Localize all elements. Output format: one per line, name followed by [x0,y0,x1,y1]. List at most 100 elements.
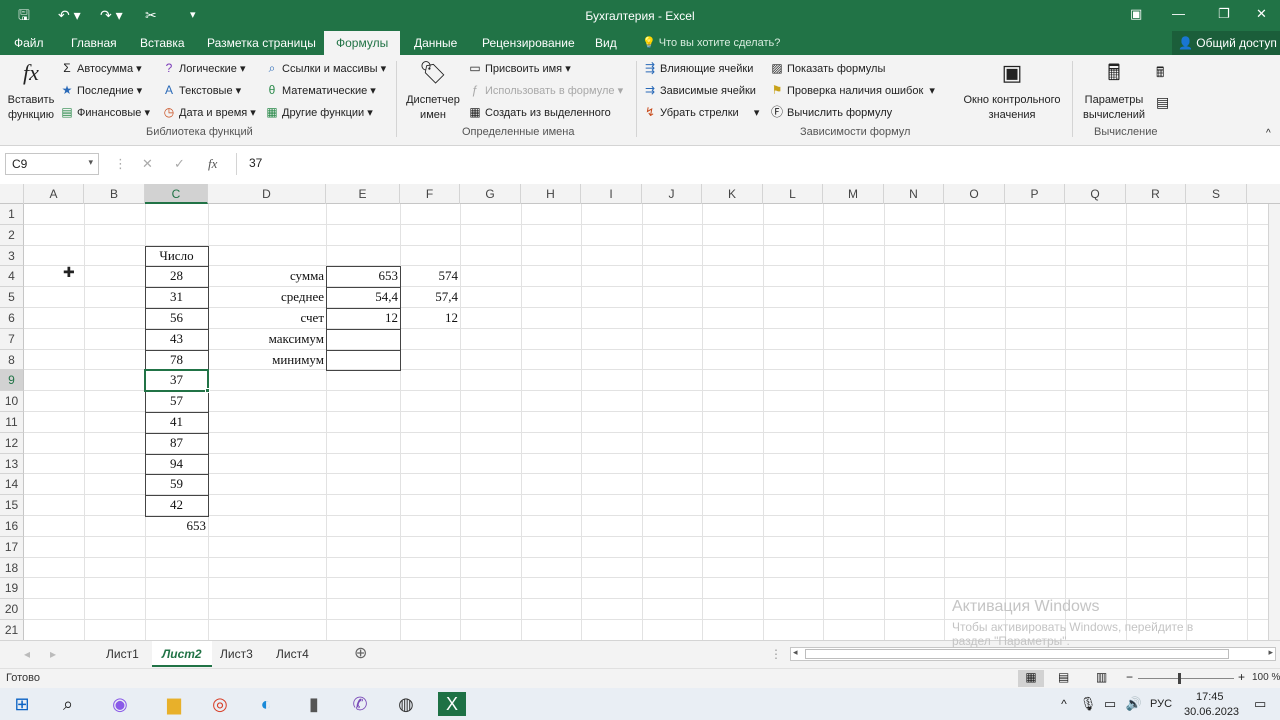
logical-button[interactable]: ? Логические ▾ [162,61,246,76]
row-header-17[interactable]: 17 [0,536,24,558]
cell-e4[interactable]: 653 [326,266,400,287]
ribbon-display-icon[interactable]: ▣ [1130,6,1142,22]
prev-sheet-icon[interactable]: ◂ [14,641,40,667]
column-header-m[interactable]: M [823,184,884,204]
chrome-icon[interactable]: ◎ [206,692,234,716]
calculate-sheet-icon[interactable]: ▤ [1156,95,1169,109]
calculate-now-icon[interactable]: 🖩 [1156,65,1164,79]
cell-f5[interactable]: 57,4 [400,287,460,308]
sheet-tab-4[interactable]: Лист4 [266,641,319,667]
row-header-11[interactable]: 11 [0,412,24,433]
enter-icon[interactable]: ✓ [174,156,185,172]
zoom-slider-thumb[interactable] [1178,673,1181,684]
tab-page-layout[interactable]: Разметка страницы [207,36,316,50]
page-layout-view-icon[interactable]: ▤ [1058,670,1069,684]
lookup-button[interactable]: ⌕ Ссылки и массивы ▾ [265,61,387,76]
row-header-13[interactable]: 13 [0,453,24,475]
cell-c10[interactable]: 57 [145,391,208,412]
cell-c5[interactable]: 31 [145,287,208,308]
trace-dependents-button[interactable]: ⇉ Зависимые ячейки [643,83,756,98]
sheet-tab-3[interactable]: Лист3 [210,641,263,667]
row-header-4[interactable]: 4 [0,266,24,288]
volume-icon[interactable]: 🔊 [1120,692,1148,716]
row-header-21[interactable]: 21 [0,620,24,640]
page-break-view-icon[interactable]: ▥ [1096,670,1107,684]
show-formulas-button[interactable]: ▨ Показать формулы [770,61,885,76]
calculation-options-button[interactable]: 🖩 Параметры вычислений [1076,59,1152,123]
horizontal-scrollbar[interactable]: ◂ ▸ [790,647,1276,661]
create-from-selection-button[interactable]: ▦ Создать из выделенного [468,105,610,120]
column-header-b[interactable]: B [84,184,145,204]
row-header-14[interactable]: 14 [0,474,24,496]
viber-icon[interactable]: ✆ [346,692,374,716]
column-header-p[interactable]: P [1005,184,1065,204]
column-header-s[interactable]: S [1186,184,1247,204]
row-header-9[interactable]: 9 [0,370,24,392]
cancel-icon[interactable]: ✕ [142,156,153,172]
close-icon[interactable]: ✕ [1256,6,1267,22]
edge-icon[interactable]: ◐ [252,692,280,716]
tab-file[interactable]: Файл [14,36,44,50]
cell-c11[interactable]: 41 [145,412,208,433]
cell-e5[interactable]: 54,4 [326,287,400,308]
tab-formulas[interactable]: Формулы [324,31,401,55]
zoom-level[interactable]: 100 % [1252,672,1280,683]
cell-d5[interactable]: среднее [208,287,326,308]
column-header-o[interactable]: O [944,184,1005,204]
row-header-8[interactable]: 8 [0,349,24,371]
cell-c13[interactable]: 94 [145,454,208,475]
autosum-button[interactable]: Σ Автосумма ▾ [60,61,141,76]
collapse-ribbon-icon[interactable]: ^ [1266,127,1271,141]
evaluate-formula-button[interactable]: Ⓕ Вычислить формулу [770,105,892,120]
sheet-tab-2[interactable]: Лист2 [152,641,212,667]
use-in-formula-button[interactable]: ƒ Использовать в формуле ▾ [468,83,623,98]
language-indicator[interactable]: РУС [1150,698,1172,710]
row-header-3[interactable]: 3 [0,245,24,267]
scroll-left-icon[interactable]: ◂ [793,647,798,658]
column-header-r[interactable]: R [1126,184,1186,204]
tab-data[interactable]: Данные [414,36,457,50]
name-box[interactable]: C9 ▾ [5,153,99,175]
cell-f6[interactable]: 12 [400,308,460,329]
cell-e6[interactable]: 12 [326,308,400,329]
zoom-out-icon[interactable]: − [1126,670,1133,684]
tab-view[interactable]: Вид [595,36,617,50]
zoom-slider[interactable] [1138,678,1234,679]
insert-function-button[interactable]: fx Вставить функцию [4,59,58,123]
tab-review[interactable]: Рецензирование [482,36,575,50]
next-sheet-icon[interactable]: ▸ [40,641,66,667]
cell-d8[interactable]: минимум [208,350,326,371]
active-cell-selection[interactable] [144,369,209,393]
tab-insert[interactable]: Вставка [140,36,185,50]
trace-precedents-button[interactable]: ⇶ Влияющие ячейки [643,61,753,76]
fill-handle[interactable] [205,388,210,394]
row-header-5[interactable]: 5 [0,287,24,308]
add-sheet-icon[interactable]: ⊕ [344,641,377,667]
column-header-h[interactable]: H [521,184,581,204]
excel-taskbar-icon[interactable]: X [438,692,466,716]
column-header-f[interactable]: F [400,184,460,204]
watch-window-button[interactable]: ▣ Окно контрольного значения [956,59,1068,123]
column-header-q[interactable]: Q [1065,184,1126,204]
tab-home[interactable]: Главная [71,36,117,50]
column-header-i[interactable]: I [581,184,642,204]
row-header-18[interactable]: 18 [0,557,24,579]
row-header-10[interactable]: 10 [0,391,24,412]
folder-icon[interactable]: ▆ [160,692,188,716]
restore-icon[interactable]: ❐ [1218,6,1230,22]
row-header-2[interactable]: 2 [0,224,24,246]
cell-c16[interactable]: 653 [145,516,208,537]
financial-button[interactable]: ▤ Финансовые ▾ [60,105,150,120]
fx-icon[interactable]: fx [208,156,217,172]
column-header-d[interactable]: D [208,184,326,204]
row-header-1[interactable]: 1 [0,204,24,225]
cell-c12[interactable]: 87 [145,433,208,454]
minimize-icon[interactable]: — [1172,6,1185,21]
name-manager-button[interactable]: 🏷 Диспетчер имен [402,59,464,123]
remove-arrows-button[interactable]: ↯ Убрать стрелки ▾ [643,105,760,120]
windows-start-icon[interactable]: ⊞ [8,692,36,716]
row-header-19[interactable]: 19 [0,578,24,600]
row-header-16[interactable]: 16 [0,516,24,537]
column-header-a[interactable]: A [24,184,84,204]
clock-date[interactable]: 30.06.2023 [1184,706,1239,718]
